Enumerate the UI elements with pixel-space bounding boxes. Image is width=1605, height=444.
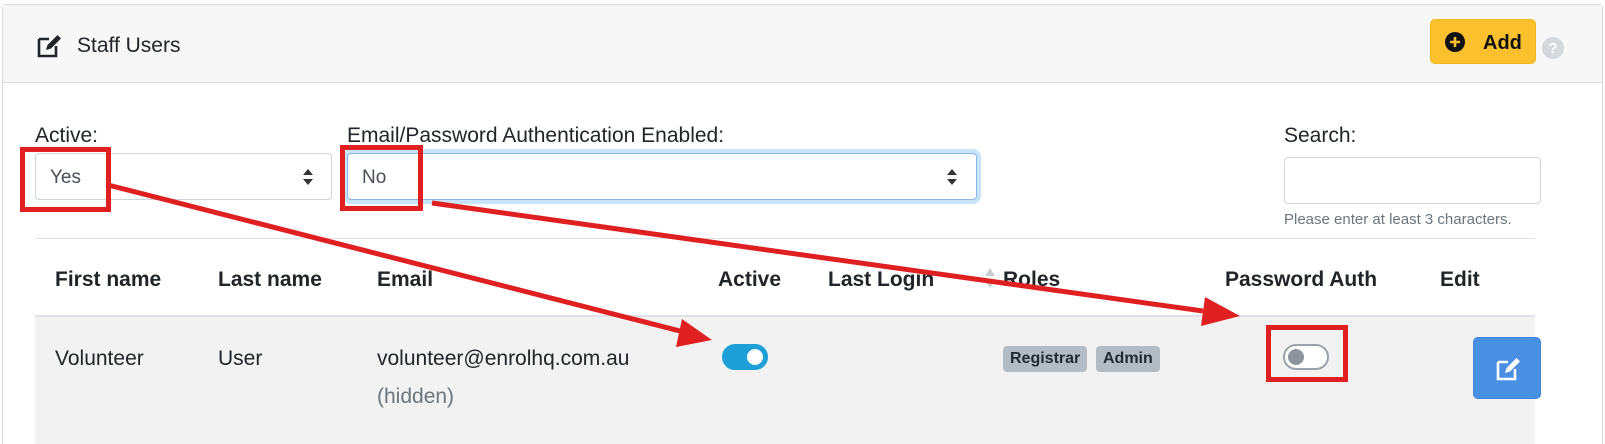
column-header-edit: Edit	[1440, 268, 1480, 291]
annotation-box-password-toggle	[1266, 325, 1348, 382]
annotation-box-password-filter	[340, 145, 423, 211]
select-caret-icon	[303, 169, 313, 185]
cell-last-name: User	[218, 347, 263, 370]
card-header: Staff Users Add ?	[3, 5, 1602, 83]
edit-icon	[37, 35, 61, 58]
column-header-last-login[interactable]: Last Login	[828, 268, 934, 292]
add-button[interactable]: Add	[1430, 19, 1536, 64]
search-input[interactable]	[1284, 157, 1541, 204]
page-title: Staff Users	[77, 34, 181, 57]
cell-email-note: (hidden)	[377, 385, 455, 408]
svg-text:?: ?	[1548, 40, 1557, 57]
search-label: Search:	[1284, 124, 1357, 147]
annotation-box-active-filter	[20, 147, 111, 212]
edit-icon	[1496, 358, 1520, 381]
active-toggle[interactable]	[722, 344, 768, 370]
edit-row-button[interactable]	[1473, 337, 1541, 399]
plus-circle-icon	[1445, 32, 1465, 52]
column-header-first-name[interactable]: First name	[55, 268, 161, 292]
password-auth-filter-select[interactable]: No	[347, 153, 977, 200]
cell-email: volunteer@enrolhq.com.au	[377, 347, 630, 370]
divider	[35, 238, 1535, 239]
active-filter-label: Active:	[35, 124, 99, 147]
role-badge-registrar: Registrar	[1003, 346, 1088, 372]
sort-icon[interactable]	[983, 265, 997, 291]
column-header-roles[interactable]: Roles	[1003, 268, 1060, 292]
column-header-email[interactable]: Email	[377, 268, 433, 292]
question-circle-icon[interactable]: ?	[1541, 36, 1565, 60]
column-header-password-auth[interactable]: Password Auth	[1225, 268, 1377, 292]
column-header-last-name[interactable]: Last name	[218, 268, 322, 292]
search-hint: Please enter at least 3 characters.	[1284, 211, 1512, 228]
add-button-label: Add	[1483, 32, 1522, 54]
role-badge-admin: Admin	[1096, 346, 1160, 372]
toggle-knob	[747, 349, 763, 365]
select-caret-icon	[947, 169, 957, 185]
column-header-active[interactable]: Active	[718, 268, 781, 292]
cell-first-name: Volunteer	[55, 347, 144, 370]
